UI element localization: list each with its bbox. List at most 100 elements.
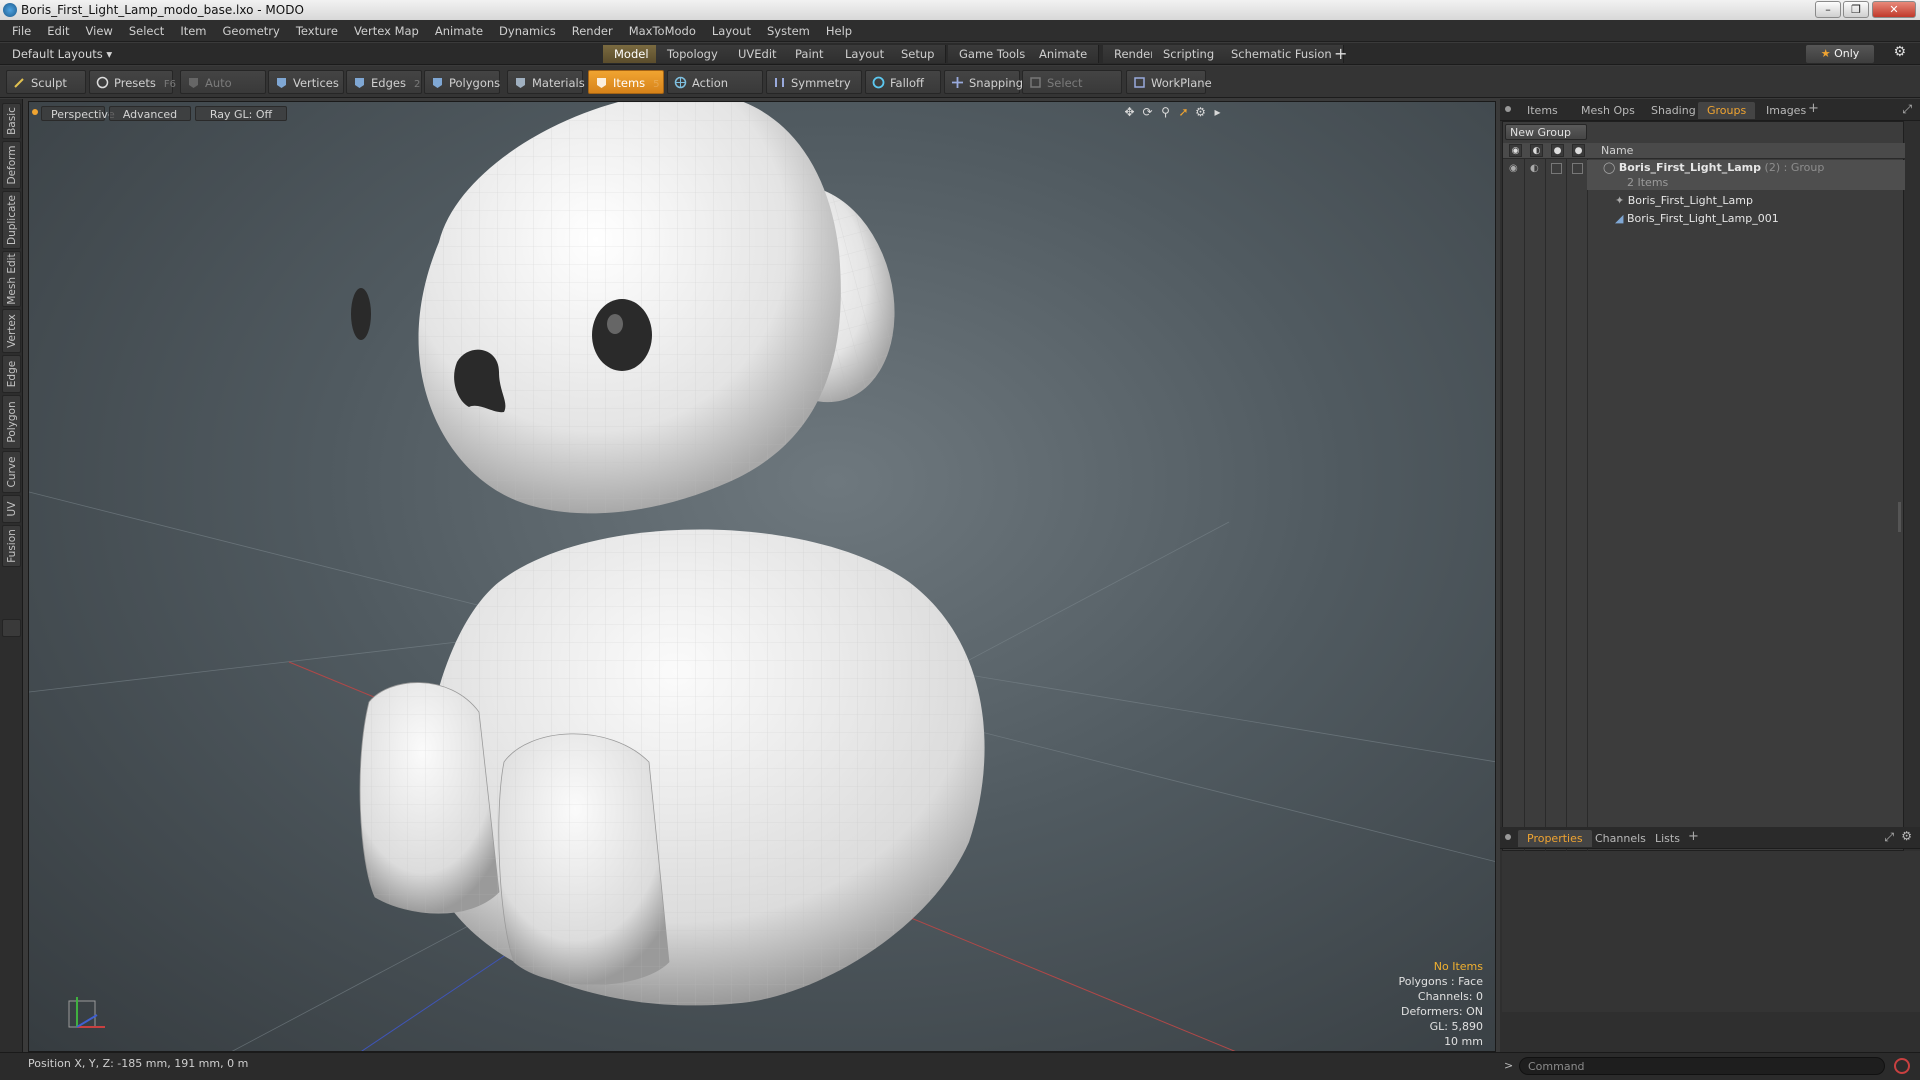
- minimize-button[interactable]: –: [1815, 1, 1841, 18]
- add-tab-icon[interactable]: +: [1334, 44, 1347, 63]
- layouts-dropdown[interactable]: Default Layouts ▾: [12, 43, 112, 65]
- add-panel-tab-icon[interactable]: +: [1688, 829, 1699, 844]
- vtab-curve[interactable]: Curve: [2, 451, 21, 493]
- group-visibility-icon[interactable]: ◉: [1509, 163, 1518, 174]
- gear-icon[interactable]: ⚙: [1893, 44, 1906, 60]
- tab-groups[interactable]: Groups: [1698, 102, 1756, 119]
- perspective-button[interactable]: Perspective: [41, 106, 115, 121]
- group-lock-checkbox[interactable]: [1551, 163, 1562, 174]
- viewport-menu-icon[interactable]: ▸: [1211, 106, 1224, 119]
- vtab-edge[interactable]: Edge: [2, 355, 21, 393]
- edges-button[interactable]: Edges 2: [346, 70, 422, 94]
- group-row[interactable]: ◯ Boris_First_Light_Lamp (2) : Group 2 I…: [1587, 160, 1905, 190]
- expand-panel-icon[interactable]: ⤢: [1902, 102, 1912, 117]
- menu-maxtomodo[interactable]: MaxToModo: [621, 20, 704, 42]
- menu-render[interactable]: Render: [564, 20, 621, 42]
- tab-animate[interactable]: Animate: [1028, 45, 1100, 63]
- tab-scripting[interactable]: Scripting: [1152, 45, 1227, 63]
- menu-geometry[interactable]: Geometry: [215, 20, 288, 42]
- raygl-button[interactable]: Ray GL: Off: [195, 106, 287, 121]
- menu-texture[interactable]: Texture: [288, 20, 346, 42]
- panel-gear-icon[interactable]: ⚙: [1901, 829, 1912, 843]
- select-column-icon[interactable]: ●: [1572, 144, 1585, 157]
- tab-channels[interactable]: Channels: [1586, 830, 1655, 847]
- lock-column-icon[interactable]: ●: [1551, 144, 1564, 157]
- menu-dynamics[interactable]: Dynamics: [491, 20, 564, 42]
- action-center-button[interactable]: Action Center: [667, 70, 763, 114]
- symmetry-button[interactable]: Symmetry: [766, 70, 862, 94]
- menu-view[interactable]: View: [78, 20, 121, 42]
- tab-topology[interactable]: Topology: [656, 45, 730, 63]
- fit-icon[interactable]: ➚: [1177, 106, 1190, 119]
- tab-images[interactable]: Images: [1757, 102, 1815, 119]
- rotate-icon[interactable]: ⟳: [1141, 106, 1154, 119]
- tab-schematic-fusion[interactable]: Schematic Fusion: [1220, 45, 1344, 63]
- add-panel-tab-icon[interactable]: +: [1808, 101, 1819, 116]
- expand-panel-icon[interactable]: ⤢: [1884, 830, 1894, 845]
- vertices-button[interactable]: Vertices1: [268, 70, 353, 94]
- vtab-deform[interactable]: Deform: [2, 141, 21, 189]
- tab-setup[interactable]: Setup: [890, 45, 947, 63]
- tab-model[interactable]: Model: [603, 45, 661, 63]
- tab-items[interactable]: Items: [1518, 102, 1567, 119]
- vtab-expand[interactable]: [2, 619, 21, 637]
- tree-row-lamp[interactable]: ✦ Boris_First_Light_Lamp: [1587, 192, 1905, 210]
- pan-icon[interactable]: ✥: [1123, 106, 1136, 119]
- tab-mesh-ops[interactable]: Mesh Ops: [1572, 102, 1644, 119]
- menu-help[interactable]: Help: [818, 20, 860, 42]
- items-label: Items: [613, 76, 646, 90]
- vtab-mesh-edit[interactable]: Mesh Edit: [2, 251, 21, 307]
- sculpt-button[interactable]: Sculpt: [6, 70, 86, 94]
- vtab-duplicate[interactable]: Duplicate: [2, 191, 21, 249]
- tab-lists[interactable]: Lists: [1646, 830, 1689, 847]
- polygons-button[interactable]: Polygons: [424, 70, 500, 94]
- auto-select-button[interactable]: Auto Select: [180, 70, 266, 114]
- menu-animate[interactable]: Animate: [427, 20, 491, 42]
- group-render-icon[interactable]: ◐: [1530, 163, 1539, 174]
- tab-shading[interactable]: Shading: [1642, 102, 1705, 119]
- visibility-column-icon[interactable]: ◉: [1509, 144, 1522, 157]
- record-icon[interactable]: [1894, 1058, 1910, 1074]
- vtab-basic[interactable]: Basic: [2, 103, 21, 139]
- menu-select[interactable]: Select: [121, 20, 172, 42]
- materials-button[interactable]: Materials: [507, 70, 585, 94]
- menu-vertex-map[interactable]: Vertex Map: [346, 20, 427, 42]
- menu-layout[interactable]: Layout: [704, 20, 759, 42]
- vtab-uv[interactable]: UV: [2, 495, 21, 523]
- tab-layout[interactable]: Layout: [834, 45, 897, 63]
- group-select-checkbox[interactable]: [1572, 163, 1583, 174]
- select-through-icon: [1030, 77, 1041, 88]
- falloff-button[interactable]: Falloff: [865, 70, 941, 94]
- tab-paint[interactable]: Paint: [784, 45, 836, 63]
- scrollbar[interactable]: [1898, 502, 1901, 532]
- menu-edit[interactable]: Edit: [39, 20, 77, 42]
- items-button[interactable]: Items 5: [588, 70, 664, 94]
- tab-game-tools[interactable]: Game Tools: [948, 45, 1038, 63]
- menu-system[interactable]: System: [759, 20, 818, 42]
- menu-item[interactable]: Item: [172, 20, 214, 42]
- new-group-button[interactable]: New Group: [1505, 124, 1587, 140]
- tree-row-lamp-001[interactable]: ◢ Boris_First_Light_Lamp_001: [1587, 210, 1905, 228]
- tab-uvedit[interactable]: UVEdit: [727, 45, 789, 63]
- vtab-fusion[interactable]: Fusion: [2, 525, 21, 567]
- group-type: : Group: [1783, 161, 1825, 174]
- modo-logo-icon: [3, 3, 17, 17]
- viewport-gear-icon[interactable]: ⚙: [1194, 106, 1207, 119]
- name-column-header[interactable]: Name: [1601, 143, 1633, 159]
- workplane-button[interactable]: WorkPlane: [1126, 70, 1212, 94]
- command-input[interactable]: Command: [1519, 1057, 1885, 1075]
- vtab-polygon[interactable]: Polygon: [2, 395, 21, 449]
- shading-button[interactable]: Advanced: [109, 106, 191, 121]
- menu-file[interactable]: File: [4, 20, 39, 42]
- zoom-icon[interactable]: ⚲: [1159, 106, 1172, 119]
- presets-button[interactable]: Presets F6: [89, 70, 176, 94]
- close-button[interactable]: ✕: [1872, 1, 1916, 18]
- only-toggle[interactable]: ★ Only: [1806, 45, 1874, 63]
- vtab-vertex[interactable]: Vertex: [2, 309, 21, 353]
- 3d-viewport[interactable]: Perspective Advanced Ray GL: Off ✥ ⟳ ⚲ ➚…: [28, 101, 1496, 1052]
- snapping-button[interactable]: Snapping: [944, 70, 1023, 94]
- restore-button[interactable]: ❐: [1843, 1, 1869, 18]
- render-column-icon[interactable]: ◐: [1530, 144, 1543, 157]
- select-through-button[interactable]: Select Through: [1022, 70, 1122, 114]
- tab-properties[interactable]: Properties: [1518, 830, 1592, 847]
